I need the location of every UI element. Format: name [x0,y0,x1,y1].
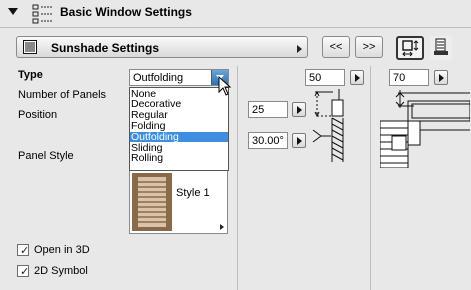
sunshade-3d-button[interactable] [430,36,452,60]
panel-style-name: Style 1 [176,187,210,199]
window-settings-icon [32,4,53,24]
header-divider [0,27,471,28]
panel-style-label: Panel Style [18,150,74,162]
dimension-toggle-icon [402,40,419,57]
type-select[interactable]: Outfolding [129,69,229,86]
panel-style-picker[interactable]: Style 1 [129,170,228,234]
depth-input[interactable]: 70 [389,69,429,86]
section-title: Basic Window Settings [60,5,192,19]
depth-arrow-button[interactable] [434,70,448,85]
checkmark-icon: ✓ [20,245,30,257]
offset-arrow-button[interactable] [292,102,306,117]
sunshade-plan-diagram [380,90,470,168]
sunshade-3d-icon [434,38,448,55]
open-in-3d-checkbox[interactable]: ✓ [17,244,30,257]
chevron-right-icon [220,224,224,230]
chevron-right-icon [439,74,444,82]
width-input[interactable]: 50 [305,69,345,86]
open-in-3d-label: Open in 3D [34,244,90,256]
panel-style-thumbnail [132,173,172,231]
checkmark-icon: ✓ [20,266,30,278]
chevron-right-icon [297,137,302,145]
settings-bar-label: Sunshade Settings [51,41,160,55]
type-dropdown-list[interactable]: None Decorative Regular Folding Outfoldi… [129,87,229,171]
dimension-toggle-button[interactable] [396,36,424,60]
chevron-right-icon [355,74,360,82]
chevron-right-icon [297,106,302,114]
mouse-pointer-icon [218,76,232,96]
2d-symbol-checkbox[interactable]: ✓ [17,265,30,278]
next-page-button[interactable]: >> [355,36,383,58]
angle-arrow-button[interactable] [292,133,306,148]
offset-input[interactable]: 25 [248,101,288,118]
column-divider [370,66,371,290]
dropdown-option[interactable]: Rolling [130,153,228,164]
dropdown-option-selected[interactable]: Outfolding [130,131,228,143]
2d-symbol-label: 2D Symbol [34,265,88,277]
number-of-panels-label: Number of Panels [18,89,107,101]
angle-input[interactable]: 30.00° [248,132,288,149]
chevron-right-icon [297,45,302,53]
width-arrow-button[interactable] [350,70,364,85]
sunshade-settings-dropdown[interactable]: Sunshade Settings [16,36,308,58]
sunshade-panel-icon [23,40,37,54]
type-label: Type [18,69,43,81]
collapse-triangle-icon[interactable] [8,8,18,15]
previous-page-button[interactable]: << [322,36,350,58]
type-select-value: Outfolding [133,72,184,84]
position-label: Position [18,109,58,121]
sunshade-section-diagram [312,89,344,162]
column-divider [237,66,238,290]
